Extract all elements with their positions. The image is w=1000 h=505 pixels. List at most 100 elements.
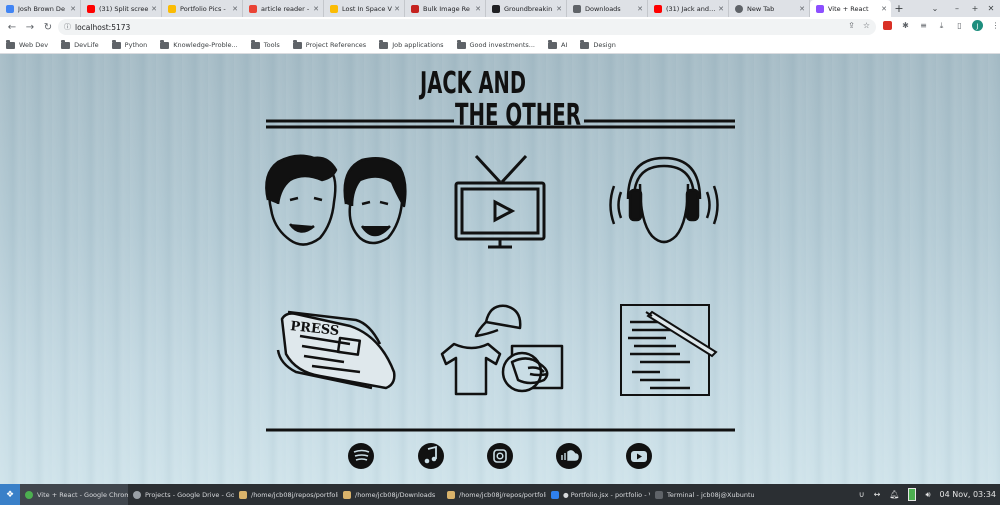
forward-arrow-icon[interactable]: → — [21, 18, 39, 36]
youtube-favicon-icon — [654, 4, 662, 13]
folder-icon — [447, 490, 455, 499]
window-close-icon[interactable]: ✕ — [982, 0, 1000, 17]
close-icon[interactable]: ✕ — [475, 5, 481, 13]
taskbar-item-label: /home/jcb08j/repos/portfoli... — [251, 490, 338, 499]
minimize-icon[interactable]: – — [948, 0, 966, 17]
video-tv-icon[interactable] — [454, 154, 546, 249]
tab-label: Josh Brown De — [18, 4, 65, 13]
back-arrow-icon[interactable]: ← — [3, 18, 21, 36]
extensions-puzzle-icon[interactable]: ✱ — [900, 20, 911, 31]
taskbar-item[interactable]: Vite + React - Google Chrome — [20, 484, 128, 505]
extension-red-icon[interactable] — [882, 20, 893, 31]
bookmark-label: Web Dev — [19, 41, 49, 49]
volume-icon[interactable]: 🔊︎ — [925, 490, 930, 500]
taskbar-item[interactable]: /home/jcb08j/repos/portfoli... — [234, 484, 338, 505]
tab-label: Lost In Space V — [342, 4, 392, 13]
close-icon[interactable]: ✕ — [556, 5, 562, 13]
press-newspaper-icon[interactable]: PRESS — [276, 310, 396, 390]
writing-notepad-icon[interactable] — [620, 304, 718, 396]
taskbar-item-label: Vite + React - Google Chrome — [37, 490, 128, 499]
tab-4[interactable]: Lost In Space V ✕ — [324, 0, 405, 17]
tab-2[interactable]: Portfolio Pics - ✕ — [162, 0, 243, 17]
share-icon[interactable]: ⇪ — [848, 21, 855, 30]
bookmark-folder[interactable]: Job applications — [379, 40, 444, 49]
folder-icon — [61, 40, 71, 49]
network-icon[interactable]: ↔ — [874, 490, 881, 499]
close-icon[interactable]: ✕ — [881, 5, 887, 13]
taskbar-item-label: /home/jcb08j/Downloads — [355, 490, 436, 499]
merch-icon[interactable] — [440, 304, 564, 396]
bookmark-folder[interactable]: Web Dev — [6, 40, 49, 49]
folder-icon — [239, 490, 247, 499]
bookmark-folder[interactable]: Good investments... — [456, 40, 535, 49]
taskbar-item[interactable]: Terminal - jcb08j@Xubuntu: ... — [650, 484, 754, 505]
site-info-icon[interactable]: ⓘ — [64, 22, 71, 32]
taskbar-item[interactable]: ● Portfolio.jsx - portfolio - Vi... — [546, 484, 650, 505]
tab-8[interactable]: (31) Jack and th ✕ — [648, 0, 729, 17]
taskbar-item[interactable]: /home/jcb08j/repos/portfoli... — [442, 484, 546, 505]
close-icon[interactable]: ✕ — [313, 5, 319, 13]
notification-bell-icon[interactable]: 🔔︎ — [889, 490, 899, 499]
spotify-icon[interactable] — [348, 443, 374, 469]
downloads-icon[interactable]: ⤓ — [936, 20, 947, 31]
folder-icon — [292, 40, 302, 49]
tab-3[interactable]: article reader - ✕ — [243, 0, 324, 17]
bookmark-folder[interactable]: Python — [111, 40, 147, 49]
tab-10-active[interactable]: Vite + React ✕ — [810, 0, 891, 17]
tab-9[interactable]: New Tab ✕ — [729, 0, 810, 17]
bookmark-label: Job applications — [392, 41, 444, 49]
tab-7[interactable]: Downloads ✕ — [567, 0, 648, 17]
bookmark-folder[interactable]: Tools — [250, 40, 280, 49]
tab-5[interactable]: Bulk Image Re ✕ — [405, 0, 486, 17]
drive-favicon-icon — [168, 4, 176, 13]
close-icon[interactable]: ✕ — [70, 5, 76, 13]
address-bar[interactable]: ⓘ localhost:5173 ⇪ ☆ — [58, 19, 876, 35]
taskbar-item[interactable]: /home/jcb08j/Downloads — [338, 484, 442, 505]
reading-list-icon[interactable]: ≡ — [918, 20, 929, 31]
tab-search-icon[interactable]: ⌄ — [926, 0, 944, 17]
bookmark-folder[interactable]: Project References — [292, 40, 366, 49]
folder-icon — [580, 40, 590, 49]
chrome-favicon-icon — [735, 4, 743, 13]
close-icon[interactable]: ✕ — [637, 5, 643, 13]
system-tray: ∪ ↔ 🔔︎ 🔊︎ 04 Nov, 03:34 — [859, 484, 1000, 505]
bookmark-folder[interactable]: Design — [580, 40, 616, 49]
close-icon[interactable]: ✕ — [394, 5, 400, 13]
bookmark-label: Tools — [263, 41, 280, 49]
close-icon[interactable]: ✕ — [718, 5, 724, 13]
youtube-icon[interactable] — [626, 443, 652, 469]
vscode-icon — [551, 490, 559, 499]
bookmark-label: Knowledge-Proble... — [173, 41, 238, 49]
close-icon[interactable]: ✕ — [799, 5, 805, 13]
magnet-icon[interactable]: ∪ — [859, 490, 865, 499]
browser-toolbar: ← → ↻ ⓘ localhost:5173 ⇪ ☆ ✱ ≡ ⤓ ▯ J ⋮ — [0, 17, 1000, 37]
tab-6[interactable]: Groundbreakin ✕ — [486, 0, 567, 17]
bookmark-star-icon[interactable]: ☆ — [863, 21, 870, 30]
tab-1[interactable]: (31) Split scree ✕ — [81, 0, 162, 17]
close-icon[interactable]: ✕ — [232, 5, 238, 13]
folder-icon — [111, 40, 121, 49]
menu-kebab-icon[interactable]: ⋮ — [990, 20, 1000, 31]
close-icon[interactable]: ✕ — [151, 5, 157, 13]
bookmark-folder[interactable]: Knowledge-Proble... — [160, 40, 238, 49]
music-note-icon[interactable] — [418, 443, 444, 469]
tab-label: Vite + React — [828, 4, 869, 13]
band-photo-icon[interactable] — [265, 154, 407, 246]
new-tab-button[interactable]: + — [891, 0, 907, 17]
whisker-menu-icon[interactable]: ❖ — [0, 484, 20, 505]
image-favicon-icon — [411, 4, 419, 13]
folder-icon — [250, 40, 260, 49]
side-panel-icon[interactable]: ▯ — [954, 20, 965, 31]
bookmark-label: DevLife — [74, 41, 99, 49]
taskbar-item[interactable]: Projects - Google Drive - Go... — [128, 484, 234, 505]
bookmark-folder[interactable]: AI — [548, 40, 567, 49]
gmail-favicon-icon — [249, 4, 257, 13]
tab-0[interactable]: Josh Brown De ✕ — [0, 0, 81, 17]
profile-avatar[interactable]: J — [972, 20, 983, 31]
instagram-icon[interactable] — [487, 443, 513, 469]
headphones-listen-icon[interactable] — [609, 156, 719, 244]
reload-icon[interactable]: ↻ — [39, 18, 57, 36]
battery-icon[interactable] — [908, 488, 917, 501]
bookmark-folder[interactable]: DevLife — [61, 40, 99, 49]
soundcloud-icon[interactable] — [556, 443, 582, 469]
